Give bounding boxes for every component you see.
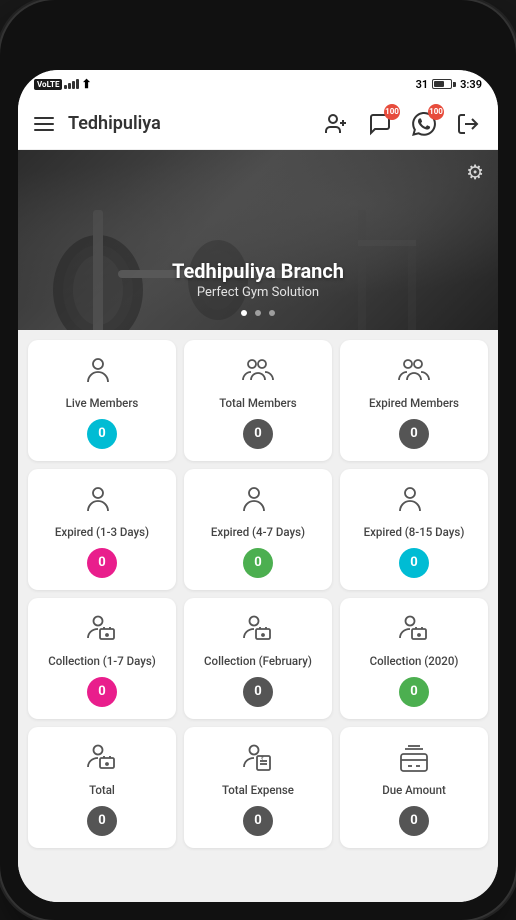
logout-icon — [456, 112, 480, 136]
messages-button[interactable]: 100 — [362, 106, 398, 142]
card-due-amount[interactable]: Due Amount 0 — [340, 727, 488, 848]
total-icon — [84, 741, 120, 777]
total-label: Total — [89, 783, 115, 798]
expired-8-15-count: 0 — [399, 548, 429, 578]
battery-icon — [432, 79, 456, 89]
signal-icon — [64, 79, 79, 89]
add-member-icon — [324, 112, 348, 136]
status-bar: VoLTE ⬆ 31 3:39 — [18, 70, 498, 98]
collection-2020-icon — [396, 612, 432, 648]
card-collection-2020[interactable]: Collection (2020) 0 — [340, 598, 488, 719]
card-total[interactable]: Total 0 — [28, 727, 176, 848]
header-title: Tedhipuliya — [68, 113, 308, 134]
total-expense-label: Total Expense — [222, 783, 294, 798]
logout-button[interactable] — [450, 106, 486, 142]
collection-feb-icon — [240, 612, 276, 648]
expired-members-count: 0 — [399, 419, 429, 449]
phone-frame: VoLTE ⬆ 31 3:39 — [0, 0, 516, 920]
header: Tedhipuliya 100 — [18, 98, 498, 150]
total-members-icon — [240, 354, 276, 390]
expired-4-7-count: 0 — [243, 548, 273, 578]
live-members-icon — [84, 354, 120, 390]
time-display: 3:39 — [460, 78, 482, 91]
expired-4-7-icon — [240, 483, 276, 519]
expired-1-3-icon — [84, 483, 120, 519]
cards-grid: Live Members 0 Total Members — [28, 340, 488, 848]
hero-section: Tedhipuliya Branch Perfect Gym Solution … — [18, 150, 498, 330]
collection-2020-label: Collection (2020) — [370, 654, 459, 669]
hero-subtitle: Perfect Gym Solution — [18, 285, 498, 300]
collection-1-7-count: 0 — [87, 677, 117, 707]
expired-members-icon — [396, 354, 432, 390]
cards-section: Live Members 0 Total Members — [18, 330, 498, 902]
expired-4-7-label: Expired (4-7 Days) — [211, 525, 305, 540]
collection-feb-count: 0 — [243, 677, 273, 707]
settings-button[interactable]: ⚙ — [466, 160, 484, 184]
card-collection-1-7[interactable]: Collection (1-7 Days) 0 — [28, 598, 176, 719]
collection-1-7-label: Collection (1-7 Days) — [48, 654, 156, 669]
phone-screen: VoLTE ⬆ 31 3:39 — [18, 70, 498, 902]
menu-button[interactable] — [30, 113, 58, 135]
svg-text:₹: ₹ — [261, 756, 264, 762]
total-expense-icon: ₹ — [240, 741, 276, 777]
expired-8-15-label: Expired (8-15 Days) — [364, 525, 465, 540]
expired-1-3-label: Expired (1-3 Days) — [55, 525, 149, 540]
dot-2 — [255, 310, 261, 316]
messages-badge: 100 — [384, 104, 400, 120]
total-members-count: 0 — [243, 419, 273, 449]
card-collection-feb[interactable]: Collection (February) 0 — [184, 598, 332, 719]
card-expired-4-7[interactable]: Expired (4-7 Days) 0 — [184, 469, 332, 590]
dot-3 — [269, 310, 275, 316]
total-members-label: Total Members — [219, 396, 296, 411]
due-amount-count: 0 — [399, 806, 429, 836]
due-amount-icon — [396, 741, 432, 777]
card-live-members[interactable]: Live Members 0 — [28, 340, 176, 461]
live-members-label: Live Members — [66, 396, 139, 411]
hero-title: Tedhipuliya Branch — [18, 259, 498, 283]
whatsapp-badge: 100 — [428, 104, 444, 120]
collection-feb-label: Collection (February) — [204, 654, 312, 669]
expired-8-15-icon — [396, 483, 432, 519]
collection-2020-count: 0 — [399, 677, 429, 707]
total-count: 0 — [87, 806, 117, 836]
card-expired-1-3[interactable]: Expired (1-3 Days) 0 — [28, 469, 176, 590]
card-total-expense[interactable]: ₹ Total Expense 0 — [184, 727, 332, 848]
card-total-members[interactable]: Total Members 0 — [184, 340, 332, 461]
collection-1-7-icon — [84, 612, 120, 648]
live-members-count: 0 — [87, 419, 117, 449]
dot-1 — [241, 310, 247, 316]
expired-members-label: Expired Members — [369, 396, 459, 411]
hero-text: Tedhipuliya Branch Perfect Gym Solution — [18, 259, 498, 300]
due-amount-label: Due Amount — [382, 783, 446, 798]
add-member-button[interactable] — [318, 106, 354, 142]
header-icons: 100 100 — [318, 106, 486, 142]
card-expired-members[interactable]: Expired Members 0 — [340, 340, 488, 461]
wifi-icon: ⬆ — [81, 77, 91, 91]
card-expired-8-15[interactable]: Expired (8-15 Days) 0 — [340, 469, 488, 590]
whatsapp-button[interactable]: 100 — [406, 106, 442, 142]
volte-indicator: VoLTE — [34, 79, 62, 90]
expired-1-3-count: 0 — [87, 548, 117, 578]
carousel-dots — [18, 301, 498, 320]
total-expense-count: 0 — [243, 806, 273, 836]
battery-level: 31 — [416, 78, 429, 91]
